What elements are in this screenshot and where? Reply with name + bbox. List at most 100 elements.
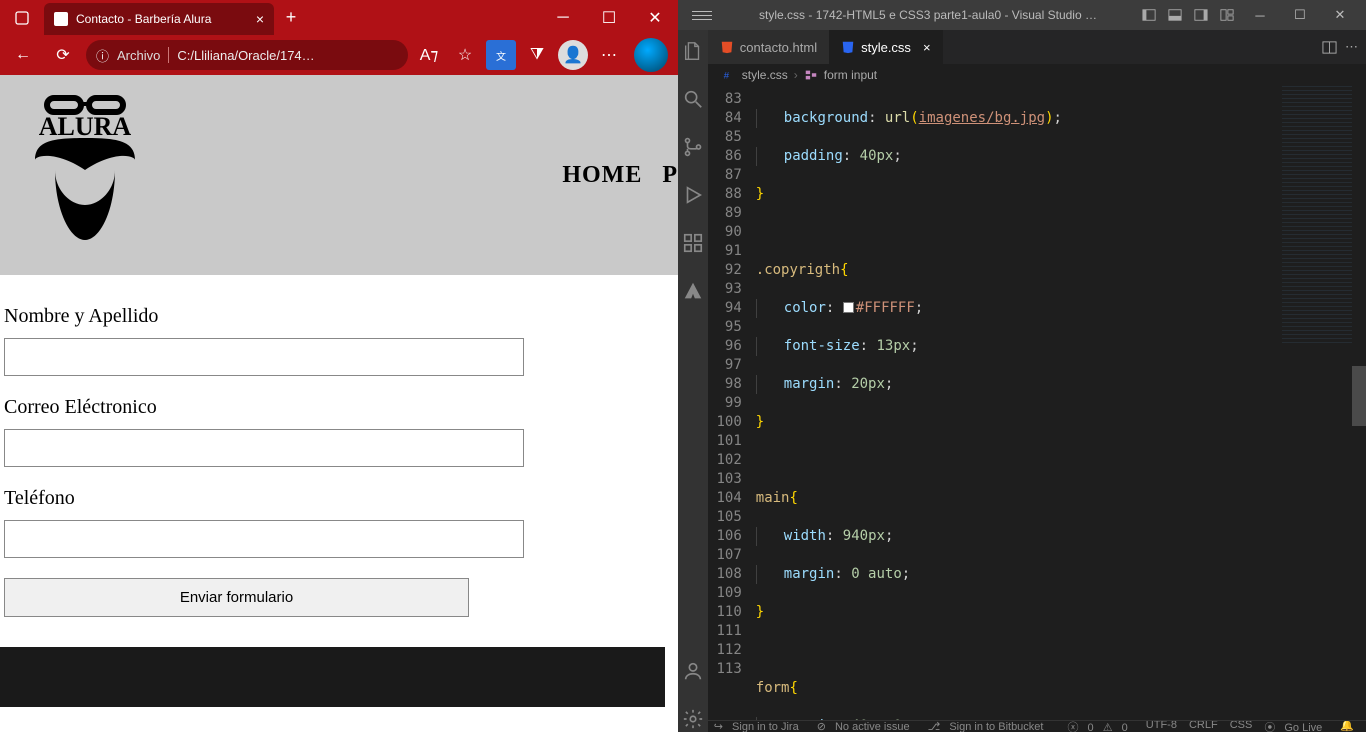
search-icon[interactable] — [680, 86, 706, 112]
input-telefono[interactable] — [4, 520, 524, 558]
chevron-right-icon: › — [794, 68, 798, 82]
close-window-button[interactable]: ✕ — [632, 0, 678, 35]
vscode-body: contacto.html style.css × ⋯ # style.css … — [678, 30, 1366, 732]
address-path: C:/Lliliana/Oracle/174… — [177, 48, 314, 63]
edge-window-controls: ─ ☐ ✕ — [540, 0, 678, 35]
code-lines: background: url(imagenes/bg.jpg); paddin… — [756, 86, 1366, 720]
status-encoding[interactable]: UTF-8 — [1140, 720, 1183, 732]
layout-customize-icon[interactable] — [1214, 8, 1240, 22]
favorite-star-icon[interactable]: ☆ — [450, 40, 480, 70]
close-tab-icon[interactable]: × — [256, 11, 264, 27]
css-file-icon — [841, 40, 855, 54]
color-swatch-icon — [843, 302, 854, 313]
contact-form: Nombre y Apellido Correo Eléctronico Tel… — [0, 275, 678, 627]
minimap[interactable] — [1282, 86, 1352, 346]
extensions-view-icon[interactable] — [680, 230, 706, 256]
account-icon[interactable] — [680, 658, 706, 684]
close-tab-icon[interactable]: × — [923, 40, 931, 55]
address-separator — [168, 47, 169, 63]
status-jira[interactable]: ↪ Sign in to Jira — [708, 720, 811, 732]
tab-title: Contacto - Barbería Alura — [76, 12, 211, 26]
label-nombre: Nombre y Apellido — [4, 305, 674, 328]
source-control-icon[interactable] — [680, 134, 706, 160]
tab-label-2: style.css — [861, 40, 911, 55]
refresh-button[interactable]: ⟳ — [46, 40, 80, 70]
info-icon: ⓘ — [96, 46, 109, 65]
page-nav: HOME P — [562, 162, 678, 189]
breadcrumb-symbol: form input — [824, 68, 877, 82]
status-eol[interactable]: CRLF — [1183, 720, 1224, 732]
minimize-button[interactable]: ─ — [540, 0, 586, 35]
nav-link-p[interactable]: P — [662, 162, 678, 189]
input-correo[interactable] — [4, 429, 524, 467]
vscode-title: style.css - 1742-HTML5 e CSS3 parte1-aul… — [720, 8, 1136, 22]
address-bar[interactable]: ⓘ Archivo C:/Lliliana/Oracle/174… — [86, 40, 408, 70]
read-aloud-icon[interactable]: A⁊ — [414, 40, 444, 70]
submit-button[interactable]: Enviar formulario — [4, 578, 469, 617]
vscode-maximize-button[interactable]: ☐ — [1280, 0, 1320, 30]
tab-contacto-html[interactable]: contacto.html — [708, 30, 829, 64]
settings-gear-icon[interactable] — [680, 706, 706, 732]
breadcrumb[interactable]: # style.css › form input — [708, 64, 1366, 86]
page-header: ALURA ESTD 2020 HOME P — [0, 75, 678, 275]
status-notifications-icon[interactable]: 🔔 — [1334, 720, 1360, 732]
svg-text:#: # — [724, 71, 730, 82]
status-issue[interactable]: ⊘ No active issue — [811, 720, 922, 732]
maximize-button[interactable]: ☐ — [586, 0, 632, 35]
edge-titlebar: Contacto - Barbería Alura × + ─ ☐ ✕ — [0, 0, 678, 35]
html-file-icon — [720, 40, 734, 54]
breadcrumb-file: style.css — [742, 68, 788, 82]
split-editor-icon[interactable] — [1322, 40, 1337, 55]
symbol-struct-icon — [804, 68, 818, 82]
nav-link-home[interactable]: HOME — [562, 162, 642, 189]
editor-tabs: contacto.html style.css × ⋯ — [708, 30, 1366, 64]
editor-actions: ⋯ — [1322, 30, 1366, 64]
status-go-live[interactable]: ⦿ Go Live — [1258, 720, 1334, 732]
page-footer — [0, 647, 665, 707]
code-editor[interactable]: 8384858687888990919293949596979899100101… — [708, 86, 1366, 720]
azure-icon[interactable] — [680, 278, 706, 304]
layout-panel-icon[interactable] — [1162, 8, 1188, 22]
tab-label-1: contacto.html — [740, 40, 817, 55]
profile-icon[interactable]: 👤 — [558, 40, 588, 70]
vertical-scrollbar[interactable] — [1352, 86, 1366, 720]
vscode-minimize-button[interactable]: ─ — [1240, 0, 1280, 30]
bing-chat-button[interactable] — [634, 38, 668, 72]
extensions-icon[interactable]: ⧩ — [522, 40, 552, 70]
css-file-icon: # — [722, 68, 736, 82]
back-button[interactable]: ← — [6, 40, 40, 70]
status-bitbucket[interactable]: ⎇ Sign in to Bitbucket — [922, 720, 1056, 732]
explorer-icon[interactable] — [680, 38, 706, 64]
status-language[interactable]: CSS — [1224, 720, 1259, 732]
svg-text:ESTD: ESTD — [45, 148, 67, 157]
translate-icon[interactable]: 文 — [486, 40, 516, 70]
edge-browser-window: Contacto - Barbería Alura × + ─ ☐ ✕ ← ⟳ … — [0, 0, 678, 732]
status-problems[interactable]: ⓧ 0 ⚠ 0 — [1061, 720, 1139, 732]
browser-tab-active[interactable]: Contacto - Barbería Alura × — [44, 3, 274, 35]
hamburger-menu-icon[interactable] — [692, 5, 712, 25]
editor-area: contacto.html style.css × ⋯ # style.css … — [708, 30, 1366, 732]
page-favicon-icon — [54, 12, 68, 26]
more-menu-icon[interactable]: ⋯ — [594, 40, 624, 70]
activity-bar — [678, 30, 708, 732]
label-telefono: Teléfono — [4, 487, 674, 510]
layout-sidebar-right-icon[interactable] — [1188, 8, 1214, 22]
run-debug-icon[interactable] — [680, 182, 706, 208]
address-scheme: Archivo — [117, 48, 160, 63]
tab-actions-button[interactable] — [0, 0, 44, 35]
vscode-window: style.css - 1742-HTML5 e CSS3 parte1-aul… — [678, 0, 1366, 732]
input-nombre[interactable] — [4, 338, 524, 376]
new-tab-button[interactable]: + — [274, 7, 308, 28]
tab-style-css[interactable]: style.css × — [829, 30, 942, 64]
scrollbar-thumb[interactable] — [1352, 366, 1366, 426]
vscode-titlebar: style.css - 1742-HTML5 e CSS3 parte1-aul… — [678, 0, 1366, 30]
alura-logo: ALURA ESTD 2020 — [20, 90, 150, 260]
layout-sidebar-left-icon[interactable] — [1136, 8, 1162, 22]
line-number-gutter: 8384858687888990919293949596979899100101… — [708, 86, 756, 720]
logo-text: ALURA — [39, 112, 132, 141]
status-bar: ↪ Sign in to Jira ⊘ No active issue ⎇ Si… — [708, 720, 1366, 732]
more-editor-actions-icon[interactable]: ⋯ — [1345, 39, 1358, 55]
vscode-close-button[interactable]: ✕ — [1320, 0, 1360, 30]
edge-toolbar: ← ⟳ ⓘ Archivo C:/Lliliana/Oracle/174… A⁊… — [0, 35, 678, 75]
page-viewport[interactable]: ALURA ESTD 2020 HOME P Nombre y Apellido… — [0, 75, 678, 732]
